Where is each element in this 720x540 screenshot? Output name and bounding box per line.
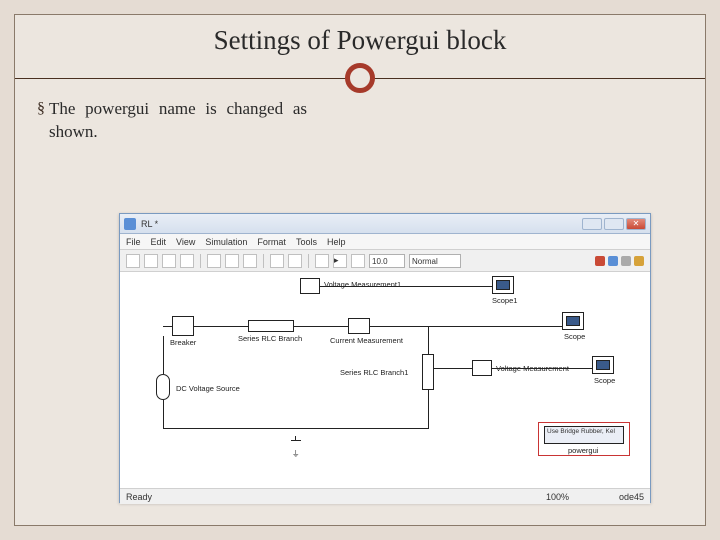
scope-block[interactable]: [492, 276, 514, 294]
simulation-time-field[interactable]: 10.0: [369, 254, 405, 268]
voltage-measurement-block[interactable]: [472, 360, 492, 376]
wire: [163, 336, 164, 374]
breaker-label: Breaker: [170, 338, 196, 347]
voltage-measurement-block[interactable]: [300, 278, 320, 294]
ground-label: ⏚: [292, 448, 300, 459]
bullet-item: § The powergui name is changed as shown.: [37, 98, 307, 144]
voltage-measurement-label: Voltage Measurement1: [324, 280, 401, 289]
toolbar-badge-icon[interactable]: [595, 256, 605, 266]
window-titlebar: RL *: [120, 214, 650, 234]
separator-icon: [263, 254, 264, 268]
wire: [320, 286, 492, 287]
ground-icon: [290, 436, 302, 446]
separator-icon: [200, 254, 201, 268]
open-button[interactable]: [144, 254, 158, 268]
window-controls: [582, 218, 646, 230]
step-back-button[interactable]: [315, 254, 329, 268]
body-content: § The powergui name is changed as shown.: [15, 96, 705, 144]
new-button[interactable]: [126, 254, 140, 268]
paste-button[interactable]: [243, 254, 257, 268]
toolbar-badge-icon[interactable]: [634, 256, 644, 266]
menu-view[interactable]: View: [176, 237, 195, 247]
simulation-mode-select[interactable]: Normal: [409, 254, 461, 268]
toolbar-badge-icon[interactable]: [608, 256, 618, 266]
rlc1-block[interactable]: [422, 354, 434, 390]
status-solver: ode45: [619, 492, 644, 502]
rlc-label: Series RLC Branch: [238, 334, 302, 343]
wire: [163, 400, 164, 428]
wire: [294, 326, 348, 327]
status-left: Ready: [126, 492, 152, 502]
wire: [492, 368, 592, 369]
wire: [163, 428, 429, 429]
toolbar: ▸ 10.0 Normal: [120, 250, 650, 272]
redo-button[interactable]: [288, 254, 302, 268]
scope-label: Scope1: [492, 296, 517, 305]
status-zoom: 100%: [546, 492, 569, 502]
powergui-label: powergui: [568, 446, 598, 455]
wire: [428, 390, 429, 428]
copy-button[interactable]: [225, 254, 239, 268]
wire: [428, 326, 429, 354]
breaker-block[interactable]: [172, 316, 194, 336]
cut-button[interactable]: [207, 254, 221, 268]
simulink-window: RL * File Edit View Simulation Format To…: [119, 213, 651, 503]
dc-source-label: DC Voltage Source: [176, 384, 240, 393]
wire: [194, 326, 248, 327]
slide-frame: Settings of Powergui block § The powergu…: [14, 14, 706, 526]
menu-edit[interactable]: Edit: [151, 237, 167, 247]
current-measurement-block[interactable]: [348, 318, 370, 334]
maximize-button[interactable]: [604, 218, 624, 230]
wire: [370, 326, 562, 327]
menubar: File Edit View Simulation Format Tools H…: [120, 234, 650, 250]
bullet-text: The powergui name is changed as shown.: [49, 98, 307, 144]
model-canvas[interactable]: Voltage Measurement1 Scope1 Breaker Seri…: [120, 272, 650, 488]
wire: [163, 326, 172, 327]
scope-label: Scope: [594, 376, 615, 385]
scope-label: Scope: [564, 332, 585, 341]
print-button[interactable]: [180, 254, 194, 268]
minimize-button[interactable]: [582, 218, 602, 230]
app-icon: [124, 218, 136, 230]
undo-button[interactable]: [270, 254, 284, 268]
powergui-block[interactable]: Use Bridge Rubber, Kel: [544, 426, 624, 444]
menu-simulation[interactable]: Simulation: [205, 237, 247, 247]
scope-block[interactable]: [562, 312, 584, 330]
menu-tools[interactable]: Tools: [296, 237, 317, 247]
separator-icon: [308, 254, 309, 268]
statusbar: Ready 100% ode45: [120, 488, 650, 504]
toolbar-badge-icon[interactable]: [621, 256, 631, 266]
menu-format[interactable]: Format: [257, 237, 286, 247]
current-measurement-label: Current Measurement: [330, 336, 403, 345]
bullet-icon: §: [37, 98, 45, 120]
slide-title: Settings of Powergui block: [15, 15, 705, 60]
window-title: RL *: [141, 219, 158, 229]
rlc-block[interactable]: [248, 320, 294, 332]
menu-help[interactable]: Help: [327, 237, 346, 247]
menu-file[interactable]: File: [126, 237, 141, 247]
wire: [434, 368, 472, 369]
dc-source-block[interactable]: [156, 374, 170, 400]
scope-block[interactable]: [592, 356, 614, 374]
save-button[interactable]: [162, 254, 176, 268]
rlc1-label: Series RLC Branch1: [340, 368, 408, 377]
title-divider: [15, 60, 705, 96]
close-button[interactable]: [626, 218, 646, 230]
play-button[interactable]: ▸: [333, 254, 347, 268]
divider-circle-icon: [345, 63, 375, 93]
stop-button[interactable]: [351, 254, 365, 268]
